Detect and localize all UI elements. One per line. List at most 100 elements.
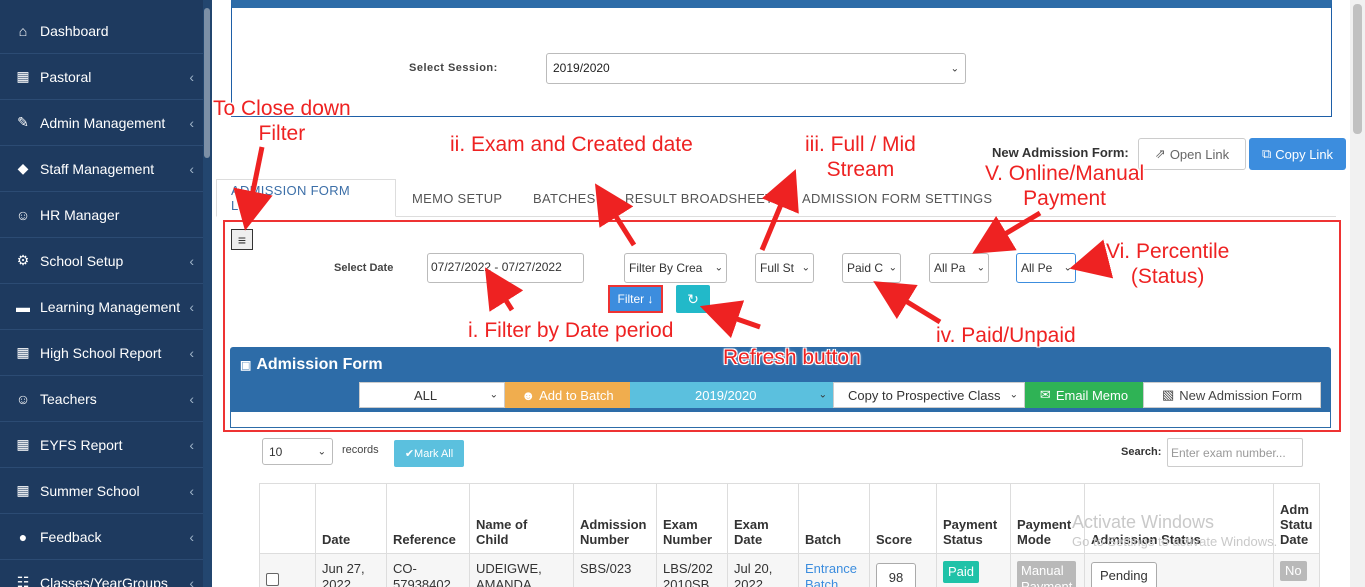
column-header-text: Admission xyxy=(580,517,647,532)
session-select[interactable]: 2019/2020 ⌄ xyxy=(546,53,966,84)
percentile-select[interactable]: All Pe ⌄ xyxy=(1016,253,1076,283)
payment-mode-select[interactable]: All Pa ⌄ xyxy=(929,253,989,283)
refresh-button[interactable]: ↻ xyxy=(676,285,710,313)
column-header[interactable]: Date xyxy=(315,483,387,554)
tab-admission-form-settings[interactable]: ADMISSION FORM SETTINGS xyxy=(802,179,992,217)
sidebar-item-teachers[interactable]: ☺ Teachers ‹ xyxy=(0,376,212,422)
annotation-close-filter-line-1: To Close down xyxy=(213,97,351,120)
batch-session-select[interactable]: 2019/2020 ⌄ xyxy=(630,382,833,408)
filter-by-select[interactable]: Filter By Crea ⌄ xyxy=(624,253,727,283)
wrench-icon: ✎ xyxy=(17,114,29,130)
cell-text: 2022 xyxy=(322,577,351,587)
cell-text: Jul 20, xyxy=(734,561,773,576)
column-header-text: Status xyxy=(943,532,983,547)
date-range-input[interactable]: 07/27/2022 - 07/27/2022 xyxy=(427,253,584,283)
new-admission-form-button[interactable]: ▧ New Admission Form xyxy=(1143,382,1321,408)
column-header-text: Date xyxy=(734,532,763,547)
table-row[interactable]: Jun 27, 2022 CO- 57938402 UDEIGWE, AMANDA SBS/… xyxy=(259,553,1320,587)
cell-text: 57938402 xyxy=(393,577,451,587)
column-header[interactable]: Batch xyxy=(798,483,870,554)
sidebar-scroll-thumb[interactable] xyxy=(204,8,210,158)
sidebar-item-summer-school[interactable]: ▦ Summer School ‹ xyxy=(0,468,212,514)
email-memo-button[interactable]: ✉ Email Memo xyxy=(1025,382,1143,408)
tab-admission-form-list[interactable]: ADMISSION FORM LIST xyxy=(216,179,396,217)
column-header-text: Adm xyxy=(1280,502,1309,517)
page-length-select[interactable]: 10 ⌄ xyxy=(262,438,333,465)
column-header[interactable]: Adm Statu Date xyxy=(1273,483,1320,554)
mark-all-button[interactable]: ✔Mark All xyxy=(394,440,464,467)
tab-memo-setup[interactable]: MEMO SETUP xyxy=(412,179,502,217)
class-select[interactable]: ALL ⌄ xyxy=(359,382,505,408)
watermark-line-1: Activate Windows xyxy=(1072,512,1215,532)
table-cell: Manual Payment xyxy=(1010,553,1085,587)
column-header[interactable]: Score xyxy=(869,483,937,554)
sidebar-item-pastoral[interactable]: ▦ Pastoral ‹ xyxy=(0,54,212,100)
chevron-down-icon: ⌄ xyxy=(818,389,827,401)
chevron-left-icon: ‹ xyxy=(189,528,194,545)
column-header[interactable]: Name of Child xyxy=(469,483,574,554)
sidebar-item-label: Teachers xyxy=(40,390,97,407)
column-header[interactable]: Admission Number xyxy=(573,483,657,554)
column-header[interactable]: Reference xyxy=(386,483,470,554)
sidebar-item-eyfs-report[interactable]: ▦ EYFS Report ‹ xyxy=(0,422,212,468)
tab-batches[interactable]: BATCHES xyxy=(533,179,596,217)
sidebar-item-staff-management[interactable]: ◆ Staff Management ‹ xyxy=(0,146,212,192)
table-body: Jun 27, 2022 CO- 57938402 UDEIGWE, AMANDA SBS/… xyxy=(259,553,1320,587)
column-header[interactable]: Exam Number xyxy=(656,483,728,554)
add-to-batch-button[interactable]: ☻ Add to Batch xyxy=(505,382,630,408)
batch-link-text: Batch xyxy=(805,577,839,587)
payment-mode-value: All Pa xyxy=(934,261,966,275)
open-link-button[interactable]: ⇗ Open Link xyxy=(1138,138,1246,170)
column-header[interactable] xyxy=(259,483,316,554)
sidebar-item-feedback[interactable]: ● Feedback ‹ xyxy=(0,514,212,560)
copy-link-button[interactable]: ⧉ Copy Link xyxy=(1249,138,1346,170)
chevron-down-icon: ⌄ xyxy=(801,262,810,274)
search-input[interactable]: Enter exam number... xyxy=(1167,438,1303,467)
folder-icon: ▬ xyxy=(16,298,30,315)
sidebar-item-admin-management[interactable]: ✎ Admin Management ‹ xyxy=(0,100,212,146)
paid-select[interactable]: Paid C ⌄ xyxy=(842,253,901,283)
sidebar-item-label: Learning Management xyxy=(40,298,181,315)
row-checkbox[interactable] xyxy=(266,573,279,586)
cell-text: SBS/023 xyxy=(580,561,632,576)
column-header-text: Exam xyxy=(663,517,698,532)
users-icon: ☻ xyxy=(521,387,536,403)
add-to-batch-label: Add to Batch xyxy=(539,387,614,403)
annotation-percentile: Vi. Percentile (Status) xyxy=(1106,239,1229,289)
copy-to-class-select[interactable]: Copy to Prospective Class ⌄ xyxy=(833,382,1025,408)
chevron-left-icon: ‹ xyxy=(189,298,194,315)
page-scroll-thumb[interactable] xyxy=(1353,4,1362,134)
page-length-value: 10 xyxy=(269,445,283,459)
column-header[interactable]: Payment Status xyxy=(936,483,1011,554)
sidebar-item-hr-manager[interactable]: ☺ HR Manager xyxy=(0,192,212,238)
email-memo-label: Email Memo xyxy=(1055,387,1129,403)
annotation-full-mid-line-1: iii. Full / Mid xyxy=(805,133,916,156)
chevron-down-icon: ⌄ xyxy=(714,262,723,274)
batch-link[interactable]: Entrance Batch xyxy=(805,561,863,587)
cell-text: AMANDA xyxy=(476,577,532,587)
copy-icon: ⧉ xyxy=(1261,146,1272,161)
annotation-online-manual-line-2: Payment xyxy=(1023,187,1107,210)
sidebar-item-dashboard[interactable]: ⌂ Dashboard xyxy=(0,0,212,54)
sidebar-item-high-school-report[interactable]: ▦ High School Report ‹ xyxy=(0,330,212,376)
table-cell: Jun 27, 2022 xyxy=(315,553,387,587)
column-header-text: Child xyxy=(476,532,509,547)
sidebar-item-school-setup[interactable]: ⚙ School Setup ‹ xyxy=(0,238,212,284)
sidebar-item-learning-management[interactable]: ▬ Learning Management ‹ xyxy=(0,284,212,330)
sidebar-item-label: Classes/YearGroups xyxy=(40,574,168,587)
stream-select[interactable]: Full St ⌄ xyxy=(755,253,814,283)
windows-activation-watermark: Activate Windows Go to Settings to activ… xyxy=(1072,512,1277,549)
page-scrollbar[interactable] xyxy=(1350,0,1365,587)
sidebar-item-label: EYFS Report xyxy=(40,436,123,453)
score-input[interactable]: 98 xyxy=(876,563,916,587)
filter-toggle-button[interactable]: ≡ xyxy=(231,229,253,250)
admission-status-button[interactable]: Pending xyxy=(1091,562,1157,587)
sidebar-item-classes-yeargroups[interactable]: ☷ Classes/YearGroups ‹ xyxy=(0,560,212,587)
tab-result-broadsheet[interactable]: RESULT BROADSHEET xyxy=(625,179,773,217)
search-label: Search: xyxy=(1121,446,1162,458)
chevron-left-icon: ‹ xyxy=(189,390,194,407)
filter-button[interactable]: Filter ↓ xyxy=(608,285,663,313)
user-icon: ☺ xyxy=(15,390,31,407)
column-header[interactable]: Exam Date xyxy=(727,483,799,554)
column-header-text: Reference xyxy=(393,532,456,547)
